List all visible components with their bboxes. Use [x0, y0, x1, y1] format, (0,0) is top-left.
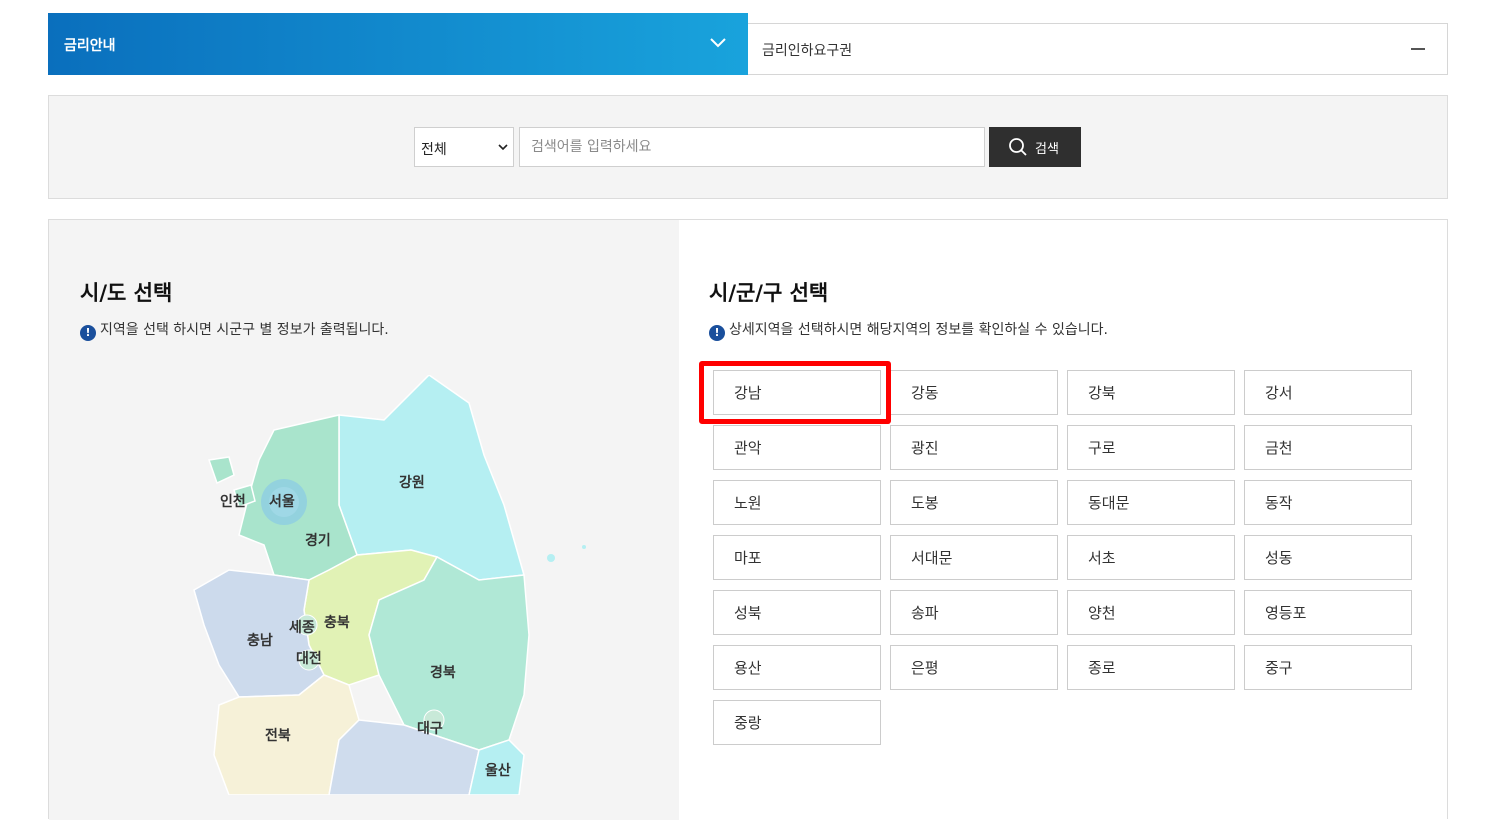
- search-area: 전체 검색: [48, 95, 1448, 199]
- tab-rate-cut-request[interactable]: 금리인하요구권: [748, 23, 1448, 75]
- district-button-gangdong[interactable]: 강동: [890, 370, 1058, 415]
- district-button-seongdong[interactable]: 성동: [1244, 535, 1412, 580]
- map-label-sejong: 세종: [289, 620, 315, 636]
- tab-interest-rate-info[interactable]: 금리안내: [48, 13, 748, 75]
- map-label-gyeonggi: 경기: [305, 532, 331, 549]
- search-scope-value: 전체: [421, 142, 447, 158]
- search-button[interactable]: 검색: [989, 127, 1081, 167]
- map-label-jeonbuk: 전북: [265, 727, 291, 744]
- korea-map: 인천 서울 강원 경기 충남 세종 충북 대전 경북 전북 대구 울산: [193, 375, 586, 795]
- tab-rate-cut-request-label: 금리인하요구권: [762, 43, 853, 59]
- district-button-guro[interactable]: 구로: [1067, 425, 1235, 470]
- chevron-down-icon: [498, 144, 508, 151]
- sigungu-section: 시/군/구 선택 ! 상세지역을 선택하시면 해당지역의 정보를 확인하실 수 있…: [679, 220, 1447, 820]
- search-icon: [1009, 138, 1027, 156]
- minus-icon: [1411, 48, 1425, 50]
- district-button-jungnang[interactable]: 중랑: [713, 700, 881, 745]
- sigungu-note-text: 상세지역을 선택하시면 해당지역의 정보를 확인하실 수 있습니다.: [729, 322, 1108, 338]
- map-region-gangwon[interactable]: [338, 375, 525, 581]
- district-button-dongdaemun[interactable]: 동대문: [1067, 480, 1235, 525]
- district-button-geumcheon[interactable]: 금천: [1244, 425, 1412, 470]
- top-tab-bar: 금리안내 금리인하요구권: [48, 13, 1448, 75]
- district-button-seocho[interactable]: 서초: [1067, 535, 1235, 580]
- district-button-gwangjin[interactable]: 광진: [890, 425, 1058, 470]
- info-icon: !: [80, 325, 96, 341]
- district-button-yeongdeungpo[interactable]: 영등포: [1244, 590, 1412, 635]
- map-label-gyeongbuk: 경북: [430, 664, 456, 681]
- info-icon: !: [709, 325, 725, 341]
- district-button-seongbuk[interactable]: 성북: [713, 590, 881, 635]
- sido-note-text: 지역을 선택 하시면 시군구 별 정보가 출력됩니다.: [100, 322, 389, 338]
- district-button-junggu[interactable]: 중구: [1244, 645, 1412, 690]
- search-button-label: 검색: [1035, 141, 1059, 156]
- chevron-down-icon: [710, 38, 726, 48]
- district-button-gangbuk[interactable]: 강북: [1067, 370, 1235, 415]
- map-label-ulsan: 울산: [485, 762, 511, 779]
- search-input[interactable]: [519, 127, 985, 167]
- map-label-gangwon: 강원: [399, 474, 425, 491]
- map-label-chungnam: 충남: [247, 632, 273, 649]
- search-scope-select[interactable]: 전체: [414, 127, 514, 167]
- map-label-daegu: 대구: [417, 721, 443, 737]
- sido-title: 시/도 선택: [80, 281, 173, 305]
- district-button-nowon[interactable]: 노원: [713, 480, 881, 525]
- map-label-chungbuk: 충북: [324, 615, 350, 631]
- sido-section: 시/도 선택 ! 지역을 선택 하시면 시군구 별 정보가 출력됩니다. 인천 …: [49, 220, 679, 820]
- district-button-yongsan[interactable]: 용산: [713, 645, 881, 690]
- district-button-dongjak[interactable]: 동작: [1244, 480, 1412, 525]
- district-button-dobong[interactable]: 도봉: [890, 480, 1058, 525]
- district-button-seodaemun[interactable]: 서대문: [890, 535, 1058, 580]
- region-panel: 시/도 선택 ! 지역을 선택 하시면 시군구 별 정보가 출력됩니다. 인천 …: [48, 219, 1448, 820]
- district-button-eunpyeong[interactable]: 은평: [890, 645, 1058, 690]
- district-button-gangnam[interactable]: 강남: [713, 370, 881, 415]
- sido-note: ! 지역을 선택 하시면 시군구 별 정보가 출력됩니다.: [80, 319, 389, 341]
- district-button-gwanak[interactable]: 관악: [713, 425, 881, 470]
- sigungu-title: 시/군/구 선택: [709, 281, 829, 305]
- tab-interest-rate-info-label: 금리안내: [64, 38, 116, 54]
- district-button-gangseo[interactable]: 강서: [1244, 370, 1412, 415]
- map-label-daejeon: 대전: [296, 650, 322, 667]
- sigungu-note: ! 상세지역을 선택하시면 해당지역의 정보를 확인하실 수 있습니다.: [709, 319, 1108, 341]
- map-label-seoul: 서울: [269, 493, 295, 510]
- district-button-jongno[interactable]: 종로: [1067, 645, 1235, 690]
- map-label-incheon: 인천: [220, 493, 246, 510]
- district-button-mapo[interactable]: 마포: [713, 535, 881, 580]
- district-button-yangcheon[interactable]: 양천: [1067, 590, 1235, 635]
- district-button-songpa[interactable]: 송파: [890, 590, 1058, 635]
